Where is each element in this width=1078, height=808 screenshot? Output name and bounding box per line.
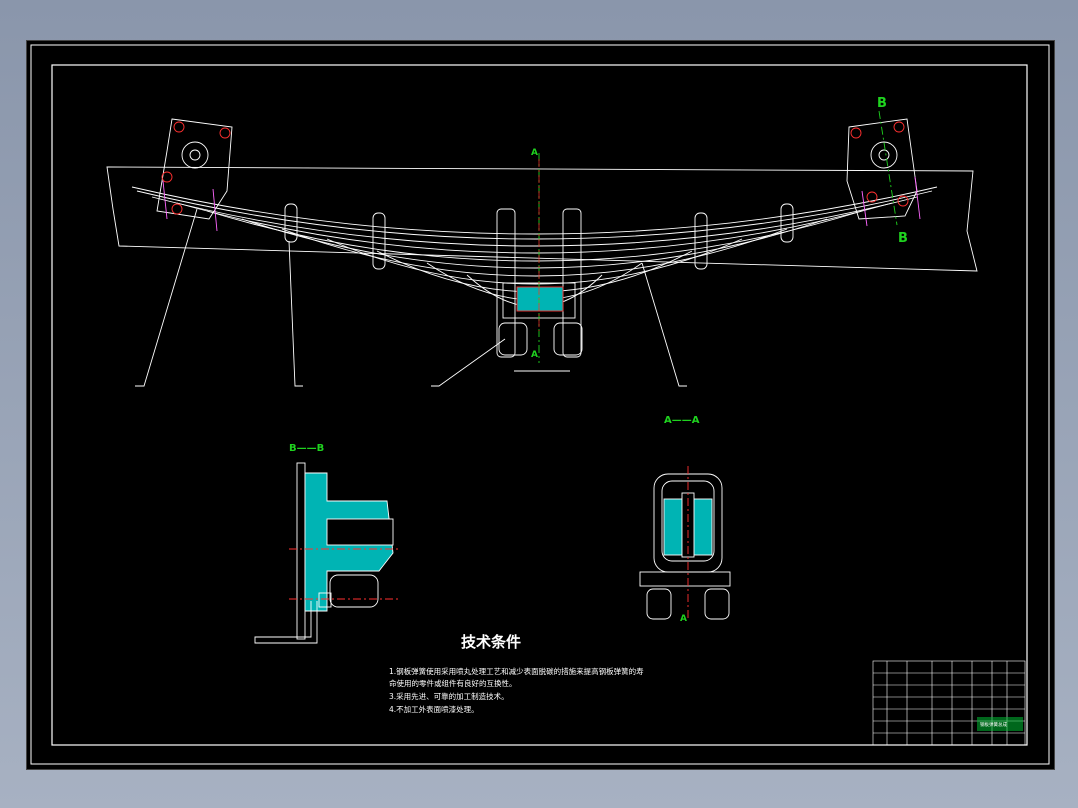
tech-line-3: 3.采用先进、可靠的加工制造技术。 bbox=[389, 691, 509, 701]
axle-block bbox=[516, 286, 564, 312]
title-block-name: 钢板弹簧总成 bbox=[980, 721, 1007, 728]
bb-bushing bbox=[329, 574, 379, 608]
spring-leaf-1 bbox=[131, 186, 938, 235]
rear-eye bbox=[870, 141, 898, 169]
nut-left bbox=[498, 322, 528, 356]
cad-viewport[interactable]: B B A A A——A A B——B 技术条件 1.钢板弹簧使用采用喷丸处理工… bbox=[26, 40, 1055, 770]
front-bolt-2 bbox=[219, 127, 231, 139]
leader-1 bbox=[135, 208, 198, 387]
main-elevation-view bbox=[106, 118, 978, 387]
leader-4 bbox=[641, 262, 687, 387]
label-b-top: B bbox=[877, 96, 887, 111]
rear-bolt-2 bbox=[893, 121, 905, 133]
tech-line-2: 命使用的零件或组件有良好的互换性。 bbox=[389, 678, 517, 688]
label-a-top: A bbox=[531, 148, 538, 158]
section-bb-view bbox=[254, 462, 399, 644]
title-block bbox=[872, 660, 1026, 746]
rear-bolt-3 bbox=[866, 191, 878, 203]
tech-title: 技术条件 bbox=[461, 633, 521, 651]
label-a-bottom: A bbox=[531, 350, 538, 360]
rebound-clip-3 bbox=[694, 212, 708, 270]
rear-bolt-1 bbox=[850, 127, 862, 139]
section-aa-view bbox=[639, 466, 731, 620]
label-b-bottom: B bbox=[898, 231, 908, 246]
aa-label-small: A bbox=[680, 614, 687, 624]
front-bolt-3 bbox=[161, 171, 173, 183]
front-eye-inner bbox=[189, 149, 201, 161]
front-eye bbox=[181, 141, 209, 169]
leader-2 bbox=[288, 240, 303, 387]
rebound-clip-1 bbox=[284, 203, 298, 243]
bb-pin bbox=[326, 518, 394, 546]
nut-right bbox=[553, 322, 583, 356]
bb-frame-web bbox=[296, 462, 306, 640]
tech-line-4: 4.不加工外表面喷漆处理。 bbox=[389, 704, 479, 714]
frame-rail bbox=[106, 166, 978, 272]
drawing-canvas: B B A A A——A A B——B 技术条件 1.钢板弹簧使用采用喷丸处理工… bbox=[30, 44, 1050, 765]
front-bolt-4 bbox=[171, 203, 183, 215]
tech-line-1: 1.钢板弹簧使用采用喷丸处理工艺和减少表面脱碳的措施来提高钢板弹簧的寿 bbox=[389, 666, 644, 676]
hidden-bolts bbox=[162, 176, 921, 232]
aa-saddle bbox=[639, 571, 731, 587]
front-bolt-1 bbox=[173, 121, 185, 133]
leader-3 bbox=[431, 338, 506, 387]
aa-nut-right bbox=[704, 588, 730, 620]
spring-leaf-4 bbox=[176, 202, 893, 254]
outer-frame bbox=[30, 44, 1050, 765]
rebound-clip-4 bbox=[780, 203, 794, 243]
rear-eye-inner bbox=[878, 149, 890, 161]
rebound-clip-2 bbox=[372, 212, 386, 270]
spring-leaf-2 bbox=[136, 190, 933, 240]
view-bb-label: B——B bbox=[289, 443, 324, 454]
view-aa-label: A——A bbox=[664, 415, 700, 426]
aa-nut-left bbox=[646, 588, 672, 620]
